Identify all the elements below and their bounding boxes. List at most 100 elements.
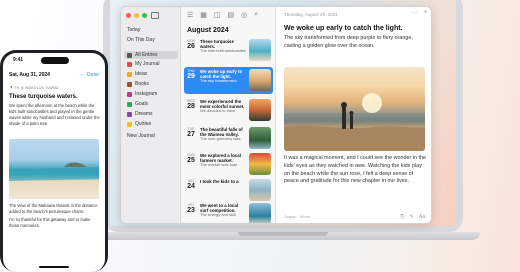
dynamic-island [41,57,69,64]
entry-day: 23 [187,207,195,214]
sidebar-item-label: Quotes [135,121,152,127]
sidebar-item-my-journal[interactable]: My Journal [127,61,159,67]
entry-thumbnail [249,39,271,61]
phone-device: 9:41 Sat, Aug 31, 2024 ··· Done 📍 TH @ W… [0,50,108,272]
sidebar-item-instagram[interactable]: Instagram [127,91,157,97]
sidebar-item-label: Ideas [135,71,148,77]
entry-paragraph[interactable]: The sky transformed from deep purple to … [284,35,429,51]
close-window-button[interactable] [126,13,131,18]
entry-photo[interactable] [284,67,425,151]
phone-screen: 9:41 Sat, Aug 31, 2024 ··· Done 📍 TH @ W… [3,53,105,272]
entry-snippet: The energy and skill [200,212,236,217]
entry-row-selected[interactable]: THU 29 We woke up early to catch the ligh… [184,67,273,94]
entry-thumbnail [249,99,271,121]
sidebar-item-on-this-day[interactable]: On This Day [127,37,155,43]
phone-entry-title[interactable]: These turquoise waters. [9,94,78,100]
entry-thumbnail [249,127,271,149]
done-button[interactable]: Done [87,72,99,78]
new-journal-button[interactable]: New Journal [127,133,155,139]
zoom-window-button[interactable] [142,13,147,18]
entry-snippet: The sky transformed [200,78,237,83]
journal-color-icon [127,121,132,127]
sidebar-item-label: Goals [135,101,149,107]
status-time: 9:41 [13,57,24,63]
draw-icon[interactable]: ✎ [410,214,414,220]
attachment-icon[interactable]: ⎘ [401,214,405,220]
entry-day: 27 [187,131,195,138]
text-format-icon[interactable]: Aa [419,214,425,220]
entry-row[interactable]: MON 26 These turquoise waters. The kids bu… [184,37,273,64]
grid-view-icon[interactable]: ▦ [200,11,207,19]
entry-date: Thursday, August 29, 2024 [284,12,338,17]
month-title: August 2024 [187,27,229,34]
sidebar-item-label: Instagram [135,91,158,97]
journal-color-icon [127,81,132,87]
filter-icon[interactable]: ◎ [241,11,247,19]
journal-color-icon [127,61,132,67]
entry-day: 29 [187,73,195,80]
more-icon[interactable]: ··· [80,72,85,78]
minimize-window-button[interactable] [134,13,139,18]
search-icon[interactable]: ⌕ [254,11,258,19]
sidebar-toggle-icon[interactable] [151,12,159,19]
phone-entry-photo[interactable] [9,139,99,199]
phone-navbar: Sat, Aug 31, 2024 ··· Done [9,72,99,80]
sunrise-photo-graphic [284,93,425,151]
laptop-notch [238,232,328,236]
journal-app-window: Today On This Day All Entries My Journal… [120,6,432,224]
entry-row[interactable]: FRI 23 We went to a local surf competitio… [184,201,273,223]
entry-paragraph[interactable]: It was a magical moment, and I could see… [284,155,429,186]
journal-color-icon [127,91,132,97]
window-controls [126,13,147,18]
list-view-icon[interactable]: ☰ [187,11,193,19]
add-icon[interactable]: + [423,10,427,16]
phone-entry-date: Sat, Aug 31, 2024 [9,72,50,78]
entry-day: 25 [187,157,195,164]
entry-day: 24 [187,183,195,190]
sidebar: Today On This Day All Entries My Journal… [121,7,181,223]
entry-day: 26 [187,43,195,50]
entry-row[interactable]: WED 28 We experienced the most colorful s… [184,97,273,124]
phone-entry-paragraph[interactable]: The view of the Makaiwa Islands in the d… [9,203,101,215]
sidebar-item-all-entries[interactable]: All Entries [124,51,178,59]
entry-row[interactable]: SAT 24 I took the kids to a [184,177,273,204]
entry-thumbnail [249,153,271,175]
phone-entry-paragraph[interactable]: I'm so thankful for this getaway and to … [9,217,101,229]
sidebar-item-goals[interactable]: Goals [127,101,148,107]
journal-color-icon [127,111,132,117]
map-view-icon[interactable]: ◫ [214,11,221,19]
sidebar-item-label: Books [135,81,149,87]
list-toolbar: ☰ ▦ ◫ ▤ ◎ ⌕ [187,11,258,19]
entry-snippet: We decided to have [200,108,236,113]
journal-color-icon [127,101,132,107]
sidebar-item-label: My Journal [135,61,160,67]
sidebar-item-today[interactable]: Today [127,27,140,33]
sidebar-item-books[interactable]: Books [127,81,149,87]
entry-list: ☰ ▦ ◫ ▤ ◎ ⌕ August 2024 MON 26 These turq… [181,7,276,223]
entry-title: I took the kids to a [200,179,239,184]
calendar-view-icon[interactable]: ▤ [228,11,235,19]
entry-snippet: The kids built sandcastles [200,48,246,53]
entry-footer: Saipan · Mode [284,214,311,219]
entry-thumbnail [249,69,271,91]
entry-detail: Thursday, August 29, 2024 ··· + We woke … [276,7,431,223]
phone-entry-paragraph[interactable]: We spent the afternoon at the beach whil… [9,103,101,127]
more-icon[interactable]: ··· [411,10,417,16]
detail-footer-icons: ⎘ ✎ Aa [401,214,425,220]
entry-snippet: The lush greenery was [200,136,241,141]
entry-title-heading[interactable]: We woke up early to catch the light. [284,25,429,32]
entry-thumbnail [249,179,271,201]
location-label: 📍 TH @ WAIKOLOA, HAWAII [9,86,59,90]
entry-snippet: The market was bust [200,162,238,167]
sidebar-item-label: All Entries [135,52,158,58]
entry-row[interactable]: TUE 27 The beautiful falls of the Waimea … [184,125,273,152]
journal-color-icon [127,71,132,77]
beach-photo-graphic [9,162,99,181]
sidebar-item-dreams[interactable]: Dreams [127,111,153,117]
detail-toolbar: ··· + [411,10,427,16]
sidebar-item-ideas[interactable]: Ideas [127,71,147,77]
sidebar-item-quotes[interactable]: Quotes [127,121,151,127]
sidebar-item-label: Dreams [135,111,153,117]
entry-row[interactable]: SUN 25 We explored a local farmers market… [184,151,273,178]
home-indicator [39,266,69,268]
